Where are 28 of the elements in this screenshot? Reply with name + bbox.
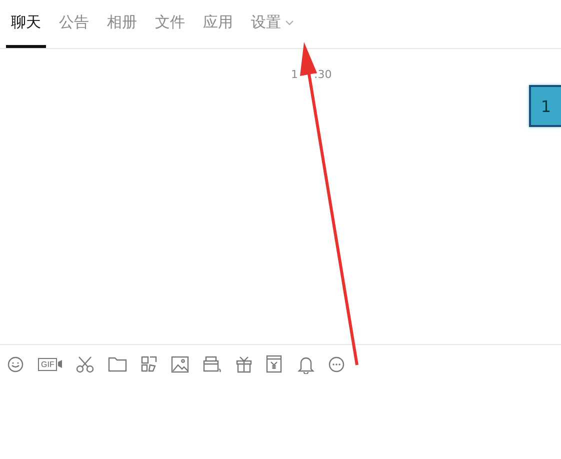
message-time: :30 [314, 68, 332, 81]
scissors-button[interactable] [75, 354, 96, 374]
tab[interactable]: 应用 [198, 0, 238, 48]
message-time: 1 [291, 68, 298, 81]
tab[interactable]: 设置 [246, 0, 299, 48]
tab[interactable]: 相册 [102, 0, 142, 48]
sticker: 1 [529, 85, 561, 127]
gift-icon [235, 355, 254, 373]
tab[interactable]: 公告 [54, 0, 94, 48]
bag-icon [202, 355, 222, 373]
emoji-icon [7, 356, 24, 372]
bell-icon [297, 354, 316, 374]
video-icon [58, 360, 62, 368]
gift-button[interactable] [235, 354, 254, 374]
more-icon [328, 356, 346, 372]
folder-icon [108, 356, 128, 372]
bag-button[interactable] [202, 354, 222, 374]
more-button[interactable] [328, 354, 346, 374]
envelope-icon [266, 355, 282, 373]
tab[interactable]: 聊天 [6, 0, 46, 48]
scissors-icon [75, 356, 96, 372]
doodle-icon [140, 355, 158, 373]
image-button[interactable] [171, 354, 190, 374]
image-icon [171, 356, 190, 372]
emoji-button[interactable] [7, 354, 25, 374]
doodle-button[interactable] [140, 354, 158, 374]
tab[interactable]: 文件 [150, 0, 190, 48]
wallet-button[interactable] [266, 354, 284, 374]
